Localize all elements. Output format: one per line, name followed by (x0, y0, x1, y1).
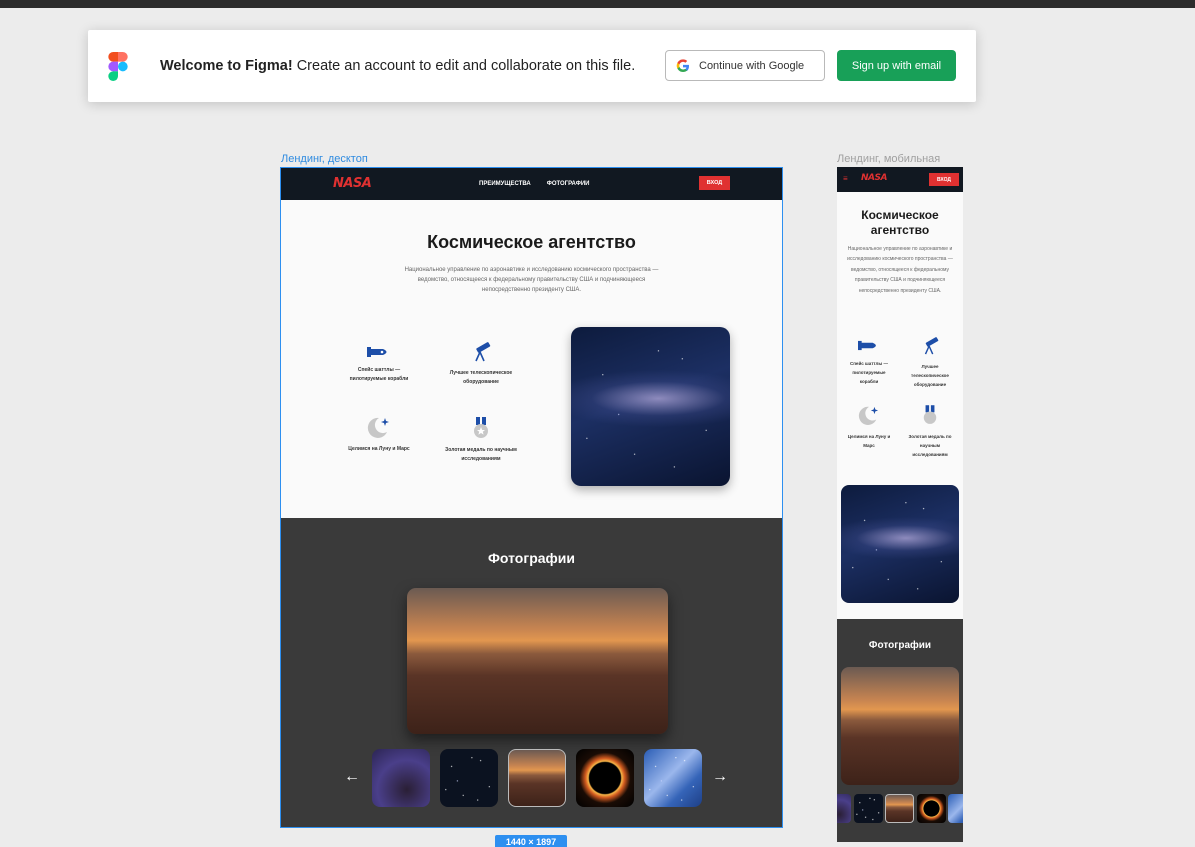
hero-text: Национальное управление по аэронавтике и… (404, 267, 659, 293)
main-photo[interactable] (407, 588, 668, 734)
feature-moon: Целимся на Луну и Марс (339, 416, 419, 454)
mobile-feature-shuttle-label: Спейс шаттлы — пилотируемые корабли (849, 361, 889, 384)
hero-title: Космическое агентство (427, 232, 636, 252)
mobile-feature-telescope-label: Лучшее телескопическое оборудование (911, 364, 949, 387)
telescope-icon (475, 342, 491, 362)
site-login-button[interactable]: ВХОД (699, 176, 730, 190)
thumbnail-selected[interactable] (508, 749, 566, 807)
mobile-thumbnail[interactable] (837, 794, 851, 823)
mobile-hero-title: Космическое агентство (861, 208, 939, 237)
nav-link-advantages[interactable]: ПРЕИМУЩЕСТВА (479, 181, 531, 187)
mobile-feature-medal-label: Золотая медаль по научным исследованиям (908, 434, 952, 457)
moon-icon (367, 417, 389, 438)
thumbnail[interactable] (644, 749, 702, 807)
milky-way-image (571, 327, 730, 486)
mobile-frame[interactable]: ≡ NASA ВХОД Космическое агентство Национ… (837, 167, 963, 842)
feature-shuttle-label: Спейс шаттлы — пилотируемые корабли (349, 367, 409, 382)
photos-section: Фотографии ← → (281, 518, 782, 827)
nasa-logo: NASA (333, 176, 372, 191)
mobile-thumbnail-selected[interactable] (885, 794, 914, 823)
figma-toolbar (0, 0, 1195, 8)
continue-with-google-button[interactable]: Continue with Google (665, 50, 825, 81)
shuttle-icon (367, 347, 387, 357)
welcome-text: Welcome to Figma! Create an account to e… (160, 58, 635, 74)
mobile-feature-moon-label: Целимся на Луну и Марс (847, 434, 891, 448)
mobile-photos-section: Фотографии (837, 619, 963, 842)
google-icon (676, 58, 689, 72)
mobile-login-button[interactable]: ВХОД (929, 173, 959, 186)
mobile-thumbnail[interactable] (917, 794, 946, 823)
sign-up-email-button[interactable]: Sign up with email (837, 50, 956, 81)
mobile-feature-shuttle: Спейс шаттлы — пилотируемые корабли (843, 339, 895, 386)
mobile-hero-text: Национальное управление по аэронавтике и… (847, 246, 953, 294)
mobile-navbar: ≡ NASA ВХОД (837, 167, 963, 192)
site-nav-links: ПРЕИМУЩЕСТВА ФОТОГРАФИИ (479, 181, 589, 187)
thumbnail[interactable] (372, 749, 430, 807)
figma-logo-icon (108, 52, 128, 81)
thumbnail[interactable] (440, 749, 498, 807)
medal-icon (474, 417, 488, 438)
feature-telescope-label: Лучшее телескопическое оборудование (449, 370, 513, 385)
telescope-icon (924, 337, 939, 355)
google-button-label: Continue with Google (699, 59, 805, 72)
arrow-left-icon[interactable]: ← (344, 768, 360, 786)
welcome-message: Create an account to edit and collaborat… (296, 58, 636, 74)
mobile-frame-label[interactable]: Лендинг, мобильная (837, 153, 940, 165)
thumbnail[interactable] (576, 749, 634, 807)
feature-medal: Золотая медаль по научным исследованиям (439, 417, 523, 464)
feature-moon-label: Целимся на Луну и Марс (348, 446, 410, 452)
desktop-frame-label[interactable]: Лендинг, десктоп (281, 153, 368, 165)
mobile-thumbnail[interactable] (854, 794, 883, 823)
site-navbar: NASA ПРЕИМУЩЕСТВА ФОТОГРАФИИ ВХОД (281, 168, 782, 200)
mobile-main-photo[interactable] (841, 667, 959, 785)
feature-medal-label: Золотая медаль по научным исследованиям (445, 447, 517, 462)
feature-shuttle: Спейс шаттлы — пилотируемые корабли (339, 345, 419, 384)
desktop-frame[interactable]: NASA ПРЕИМУЩЕСТВА ФОТОГРАФИИ ВХОД Космич… (280, 167, 783, 828)
burger-menu-icon[interactable]: ≡ (843, 174, 848, 183)
shuttle-icon (858, 340, 876, 351)
mobile-nasa-logo: NASA (861, 173, 887, 183)
arrow-right-icon[interactable]: → (712, 768, 728, 786)
mobile-feature-medal: Золотая медаль по научным исследованиям (903, 405, 957, 459)
mobile-photos-title: Фотографии (868, 640, 932, 651)
feature-telescope: Лучшее телескопическое оборудование (439, 342, 523, 387)
mobile-feature-moon: Целимся на Луну и Марс (843, 405, 895, 450)
mobile-milky-way-image (841, 485, 959, 603)
mobile-thumbnail[interactable] (948, 794, 963, 823)
nav-link-photos[interactable]: ФОТОГРАФИИ (547, 181, 590, 187)
photos-title: Фотографии (487, 550, 575, 566)
frame-size-badge: 1440 × 1897 (495, 835, 567, 847)
moon-icon (858, 406, 879, 425)
welcome-title: Welcome to Figma! (160, 58, 293, 74)
mobile-feature-telescope: Лучшее телескопическое оборудование (903, 337, 957, 389)
medal-icon (923, 405, 937, 424)
